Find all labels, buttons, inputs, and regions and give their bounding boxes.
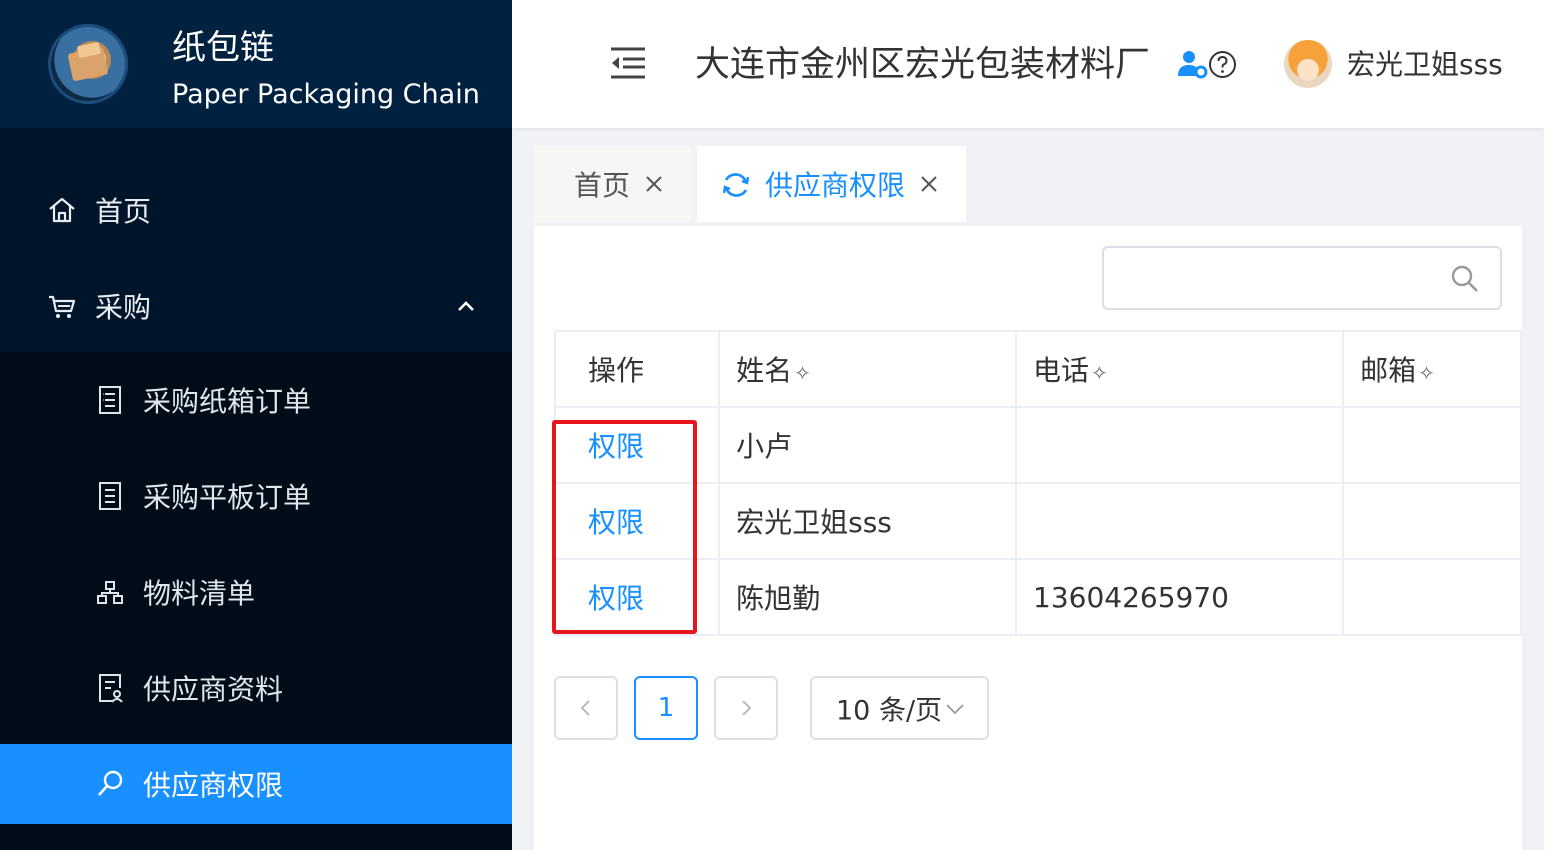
top-header: 大连市金州区宏光包装材料厂 宏光卫姐sss xyxy=(512,0,1544,128)
document-icon xyxy=(99,482,121,510)
search-field[interactable] xyxy=(1102,246,1502,310)
sidebar-item-bom[interactable]: 物料清单 xyxy=(0,544,512,640)
content-card: 操作 姓名 ✧ 电话 ✧ 邮箱 ✧ 权限 小卢 权限 宏光卫姐sss 权限 陈旭勤 xyxy=(534,226,1522,850)
sidebar-item-purchase[interactable]: 采购 xyxy=(0,258,512,354)
refresh-icon[interactable] xyxy=(721,170,751,200)
tab-label: 首页 xyxy=(574,169,631,202)
cell-name: 陈旭勤 xyxy=(718,558,1017,636)
brand-header: 纸包链 Paper Packaging Chain xyxy=(0,0,512,128)
cell-phone xyxy=(1014,406,1345,484)
cell-action: 权限 xyxy=(553,482,721,560)
permission-link[interactable]: 权限 xyxy=(588,430,644,463)
cell-name: 宏光卫姐sss xyxy=(718,482,1017,560)
table-row: 权限 小卢 xyxy=(553,406,1522,484)
key-search-icon xyxy=(98,770,123,796)
brand-logo xyxy=(48,24,128,104)
company-name: 大连市金州区宏光包装材料厂 xyxy=(695,45,1151,85)
sidebar-item-supplier-permission[interactable]: 供应商权限 xyxy=(0,744,512,824)
search-input[interactable] xyxy=(1116,256,1436,300)
permission-link[interactable]: 权限 xyxy=(588,506,644,539)
close-icon[interactable] xyxy=(644,174,664,194)
tab-home[interactable]: 首页 xyxy=(534,146,691,222)
cell-email xyxy=(1342,558,1522,636)
sidebar-item-label: 首页 xyxy=(95,195,152,228)
cell-action: 权限 xyxy=(553,406,721,484)
chevron-up-icon xyxy=(458,301,474,311)
menu-fold-icon[interactable] xyxy=(609,45,647,81)
cell-email xyxy=(1342,482,1522,560)
cell-phone: 13604265970 xyxy=(1014,558,1345,636)
page-size-select[interactable]: 10 条/页 xyxy=(810,676,989,740)
sidebar-item-board-orders[interactable]: 采购平板订单 xyxy=(0,448,512,544)
hierarchy-icon xyxy=(97,581,123,604)
table-row: 权限 陈旭勤 13604265970 xyxy=(553,558,1522,636)
sidebar-item-supplier-info[interactable]: 供应商资料 xyxy=(0,640,512,736)
permission-link[interactable]: 权限 xyxy=(588,582,644,615)
sort-icon[interactable]: ✧ xyxy=(794,361,811,385)
chevron-right-icon xyxy=(742,700,752,716)
chevron-left-icon xyxy=(580,700,590,716)
cell-email xyxy=(1342,406,1522,484)
sidebar-item-label: 物料清单 xyxy=(143,577,256,610)
next-page-button[interactable] xyxy=(714,676,778,740)
document-icon xyxy=(99,386,121,414)
chevron-down-icon xyxy=(946,704,964,715)
avatar[interactable] xyxy=(1284,40,1332,88)
cell-action: 权限 xyxy=(553,558,721,636)
sidebar-item-label: 采购 xyxy=(95,291,152,324)
sidebar-item-label: 供应商资料 xyxy=(143,673,284,706)
scrollbar-track xyxy=(1544,0,1558,850)
sidebar-item-label: 采购平板订单 xyxy=(143,481,312,514)
search-icon[interactable] xyxy=(1450,264,1480,294)
cell-name: 小卢 xyxy=(718,406,1017,484)
user-settings-icon[interactable] xyxy=(1177,48,1209,80)
page-number-button[interactable]: 1 xyxy=(634,676,698,740)
cart-icon xyxy=(49,295,76,318)
sidebar-item-home[interactable]: 首页 xyxy=(0,162,512,258)
home-icon xyxy=(49,197,75,223)
tab-label: 供应商权限 xyxy=(765,169,906,202)
tab-supplier-permission[interactable]: 供应商权限 xyxy=(697,146,966,222)
sidebar-item-label: 供应商权限 xyxy=(143,769,284,802)
profile-document-icon xyxy=(99,674,123,703)
supplier-table: 操作 姓名 ✧ 电话 ✧ 邮箱 ✧ 权限 小卢 权限 宏光卫姐sss 权限 陈旭勤 xyxy=(553,330,1522,636)
help-icon[interactable] xyxy=(1208,50,1237,79)
sidebar-item-label: 采购纸箱订单 xyxy=(143,385,312,418)
brand-subtitle: Paper Packaging Chain xyxy=(172,79,480,110)
prev-page-button[interactable] xyxy=(554,676,618,740)
username[interactable]: 宏光卫姐sss xyxy=(1347,45,1503,85)
sort-icon[interactable]: ✧ xyxy=(1418,361,1435,385)
close-icon[interactable] xyxy=(919,174,939,194)
sort-icon[interactable]: ✧ xyxy=(1091,361,1108,385)
header-name[interactable]: 姓名 ✧ xyxy=(718,330,1017,408)
table-row: 权限 宏光卫姐sss xyxy=(553,482,1522,560)
sidebar-item-carton-orders[interactable]: 采购纸箱订单 xyxy=(0,352,512,448)
sidebar: 纸包链 Paper Packaging Chain 首页 采购 采购纸箱订单 采… xyxy=(0,0,512,850)
table-header-row: 操作 姓名 ✧ 电话 ✧ 邮箱 ✧ xyxy=(553,330,1522,408)
header-phone[interactable]: 电话 ✧ xyxy=(1014,330,1345,408)
cell-phone xyxy=(1014,482,1345,560)
header-operation: 操作 xyxy=(553,330,721,408)
page-size-label: 10 条/页 xyxy=(836,695,943,727)
header-email[interactable]: 邮箱 ✧ xyxy=(1342,330,1522,408)
brand-title: 纸包链 xyxy=(172,28,274,68)
